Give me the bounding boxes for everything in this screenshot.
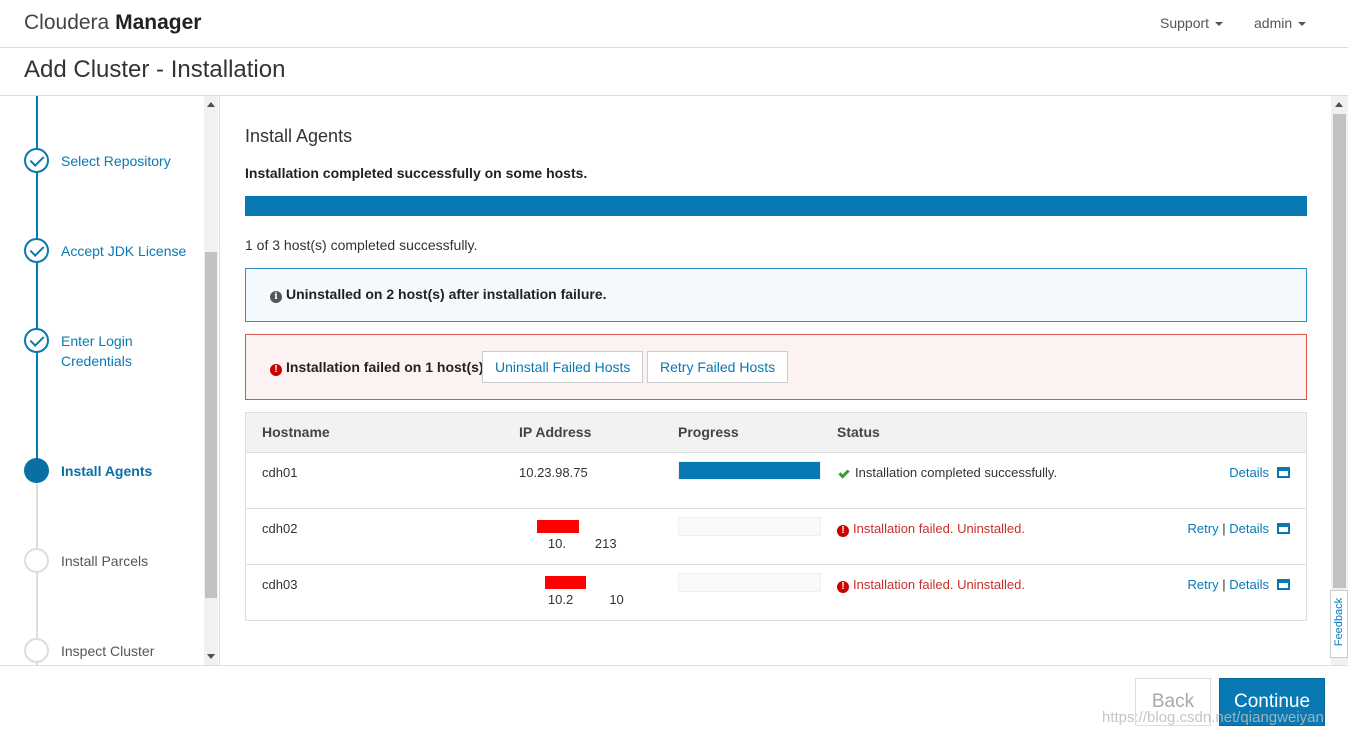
scroll-up-icon[interactable] [207, 102, 215, 107]
brand-logo[interactable]: Cloudera Manager [24, 11, 201, 35]
ip-text: 10. 213 [547, 536, 617, 551]
chevron-down-icon [1215, 22, 1224, 27]
support-menu[interactable]: Support [1160, 15, 1224, 31]
table-row: cdh02 10. 213 ! Installation failed. Unin… [246, 509, 1306, 565]
row-actions: Retry | Details [1188, 521, 1290, 536]
brand-name-light: Cloudera [24, 11, 110, 34]
error-icon: ! [837, 525, 849, 537]
redaction-mark [545, 576, 586, 589]
overall-progress-bar [245, 196, 1307, 216]
status-cell: ! Installation failed. Uninstalled. [837, 577, 1025, 593]
support-menu-label: Support [1160, 15, 1210, 31]
scrollbar-thumb[interactable] [205, 252, 217, 598]
wizard-step-label: Enter Login Credentials [61, 333, 133, 369]
scrollbar-thumb[interactable] [1333, 114, 1346, 588]
active-step-icon [24, 458, 49, 483]
chevron-down-icon [1298, 22, 1307, 27]
host-progress-bar [678, 461, 821, 480]
info-alert: i Uninstalled on 2 host(s) after installa… [245, 268, 1307, 322]
details-link[interactable]: Details [1229, 577, 1269, 592]
wizard-step-label: Inspect Cluster [61, 643, 155, 659]
row-actions: Details [1229, 465, 1290, 480]
feedback-label: Feedback [1333, 597, 1345, 647]
window-icon[interactable] [1277, 467, 1290, 478]
wizard-step-label: Install Agents [61, 463, 153, 479]
main-content: Install Agents Installation completed su… [221, 96, 1331, 665]
retry-failed-hosts-button[interactable]: Retry Failed Hosts [647, 351, 789, 383]
pending-step-icon [24, 548, 49, 573]
divider [0, 665, 1348, 666]
column-header-progress: Progress [678, 424, 739, 440]
status-cell: Installation completed successfully. [837, 465, 1057, 480]
details-link[interactable]: Details [1229, 465, 1269, 480]
host-progress-fill [679, 462, 820, 479]
table-header: Hostname IP Address Progress Status [246, 413, 1306, 453]
ip-cell: 10.23.98.75 [519, 465, 588, 480]
hosts-table: Hostname IP Address Progress Status cdh0… [245, 412, 1307, 621]
scroll-up-icon[interactable] [1335, 102, 1343, 107]
host-progress-bar [678, 573, 821, 592]
retry-link[interactable]: Retry [1188, 577, 1219, 592]
window-icon[interactable] [1277, 523, 1290, 534]
brand-name-bold: Manager [115, 11, 202, 34]
ip-cell: 10.2 10 [519, 576, 624, 637]
column-header-ip-address: IP Address [519, 424, 592, 440]
table-row: cdh03 10.2 10 ! Installation failed. Unin… [246, 565, 1306, 621]
ip-text: 10.2 10 [547, 592, 624, 607]
top-navbar: Cloudera Manager Support admin [0, 0, 1348, 48]
window-icon[interactable] [1277, 579, 1290, 590]
wizard-step-label: Accept JDK License [61, 243, 187, 259]
check-circle-icon [24, 148, 49, 173]
wizard-step-label: Select Repository [61, 153, 171, 169]
status-text: Installation failed. Uninstalled. [853, 577, 1025, 592]
info-icon: i [270, 291, 282, 303]
wizard-scrollbar[interactable] [204, 96, 218, 665]
error-icon: ! [270, 364, 282, 376]
section-title: Install Agents [245, 126, 353, 146]
column-header-hostname: Hostname [262, 424, 330, 440]
hostname-cell: cdh02 [262, 521, 298, 536]
status-cell: ! Installation failed. Uninstalled. [837, 521, 1025, 537]
completion-count: 1 of 3 host(s) completed successfully. [245, 237, 478, 253]
status-message: Installation completed successfully on s… [245, 165, 588, 181]
pending-step-icon [24, 638, 49, 663]
feedback-tab[interactable]: Feedback [1330, 590, 1348, 658]
page-title: Add Cluster - Installation [24, 56, 286, 83]
link-separator: | [1222, 577, 1226, 592]
uninstall-failed-hosts-button[interactable]: Uninstall Failed Hosts [482, 351, 644, 383]
main-scrollbar[interactable] [1331, 96, 1348, 665]
redaction-mark [537, 520, 579, 533]
host-progress-bar [678, 517, 821, 536]
table-row: cdh01 10.23.98.75 Installation completed… [246, 453, 1306, 509]
error-alert-text: Installation failed on 1 host(s). [286, 359, 488, 375]
wizard-steps: Select Repository Accept JDK License Ent… [0, 96, 220, 665]
watermark: https://blog.csdn.net/qiangweiyan [1102, 709, 1324, 726]
error-alert: ! Installation failed on 1 host(s). Unins… [245, 334, 1307, 400]
status-text: Installation failed. Uninstalled. [853, 521, 1025, 536]
admin-menu-label: admin [1254, 15, 1293, 31]
details-link[interactable]: Details [1229, 521, 1269, 536]
check-circle-icon [24, 328, 49, 353]
check-icon [838, 466, 850, 479]
status-text: Installation completed successfully. [855, 465, 1058, 480]
hostname-cell: cdh01 [262, 465, 298, 480]
column-header-status: Status [837, 424, 880, 440]
info-alert-text: Uninstalled on 2 host(s) after installat… [286, 286, 607, 302]
error-icon: ! [837, 581, 849, 593]
hostname-cell: cdh03 [262, 577, 298, 592]
row-actions: Retry | Details [1188, 577, 1290, 592]
check-circle-icon [24, 238, 49, 263]
link-separator: | [1222, 521, 1226, 536]
wizard-step-label: Install Parcels [61, 553, 149, 569]
retry-link[interactable]: Retry [1188, 521, 1219, 536]
admin-menu[interactable]: admin [1254, 15, 1307, 31]
scroll-down-icon[interactable] [207, 654, 215, 659]
